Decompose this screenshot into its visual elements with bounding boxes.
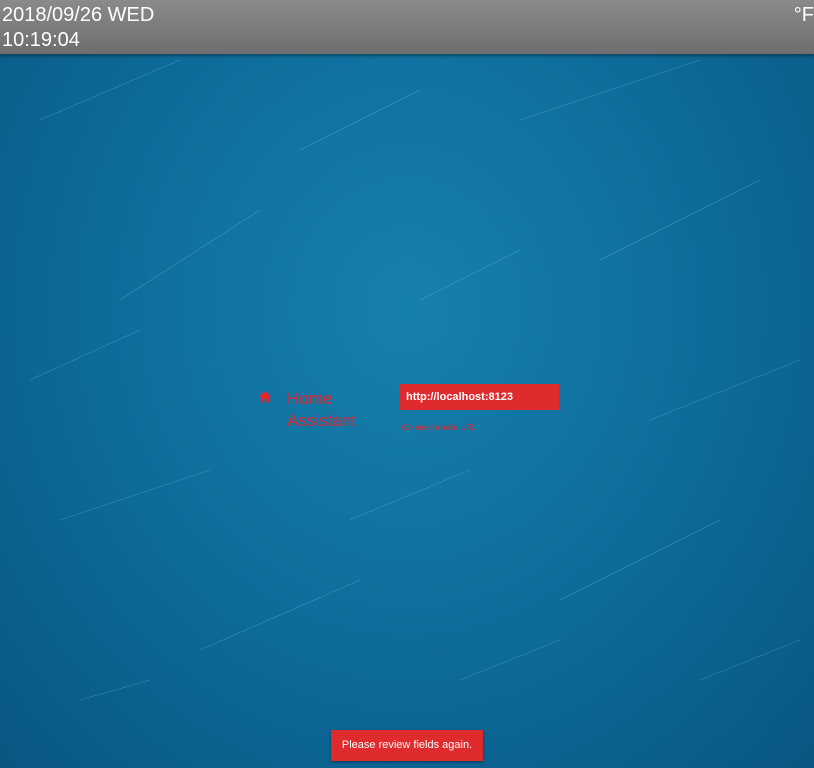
home-icon <box>259 391 271 403</box>
url-error-message: We need a valid URL. <box>401 423 479 432</box>
brand-name-line2: Assistant <box>287 411 356 430</box>
temperature-unit: °F <box>793 4 814 26</box>
time-display: 10:19:04 <box>2 29 80 51</box>
brand-name-line1: Home <box>287 389 333 408</box>
status-bar: 2018/09/26 WED 10:19:04 °F <box>0 0 814 54</box>
toast-notification: Please review fields again. <box>331 730 483 761</box>
date-display: 2018/09/26 WED <box>2 4 155 26</box>
url-input[interactable] <box>400 384 559 410</box>
screen: 2018/09/26 WED 10:19:04 °F Home Assistan… <box>0 0 814 768</box>
